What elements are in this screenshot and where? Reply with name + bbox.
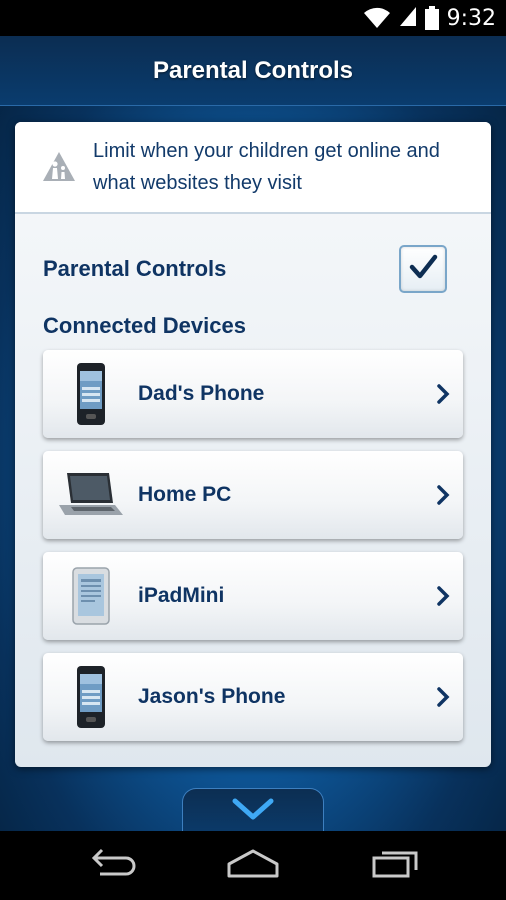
device-item-ipadmini[interactable]: iPadMini [43,552,463,640]
battery-icon [424,6,439,30]
parental-controls-panel: Limit when your children get online and … [15,122,491,767]
app-content: Parental Controls Limit when your childr… [0,36,506,831]
checkmark-icon [408,252,438,287]
phone-icon [43,653,138,741]
notice-text: Limit when your children get online and … [93,140,440,194]
phone-icon [43,350,138,438]
family-warning-icon [41,149,77,185]
connected-devices-title: Connected Devices [43,313,246,338]
device-name: Jason's Phone [138,685,286,708]
chevron-right-icon [423,686,463,708]
device-item-jasons-phone[interactable]: Jason's Phone [43,653,463,741]
clock: 9:32 [446,5,496,31]
wifi-icon [363,7,391,29]
parental-controls-row: Parental Controls [15,244,491,294]
home-button[interactable] [213,841,293,891]
back-icon [86,848,136,883]
recent-apps-button[interactable] [355,841,435,891]
device-name: Home PC [138,483,232,506]
device-item-dads-phone[interactable]: Dad's Phone [43,350,463,438]
device-list: Dad's Phone Home PC iPadMini Jason's Pho… [15,346,491,741]
device-name: iPadMini [138,584,225,607]
chevron-down-icon [232,798,274,825]
tablet-icon [43,552,138,640]
system-nav-bar [0,831,506,900]
expand-drawer-button[interactable] [182,788,324,831]
home-icon [226,848,280,883]
info-notice: Limit when your children get online and … [15,122,491,214]
parental-controls-label: Parental Controls [43,256,227,281]
status-bar: 9:32 [0,0,506,36]
chevron-right-icon [423,383,463,405]
back-button[interactable] [71,841,151,891]
device-name: Dad's Phone [138,382,265,405]
chevron-right-icon [423,484,463,506]
parental-controls-checkbox[interactable] [399,245,447,293]
recent-apps-icon [370,848,420,883]
chevron-right-icon [423,585,463,607]
device-item-home-pc[interactable]: Home PC [43,451,463,539]
laptop-icon [43,451,138,539]
signal-icon [399,5,417,32]
app-header: Parental Controls [0,36,506,106]
page-title: Parental Controls [152,56,354,84]
